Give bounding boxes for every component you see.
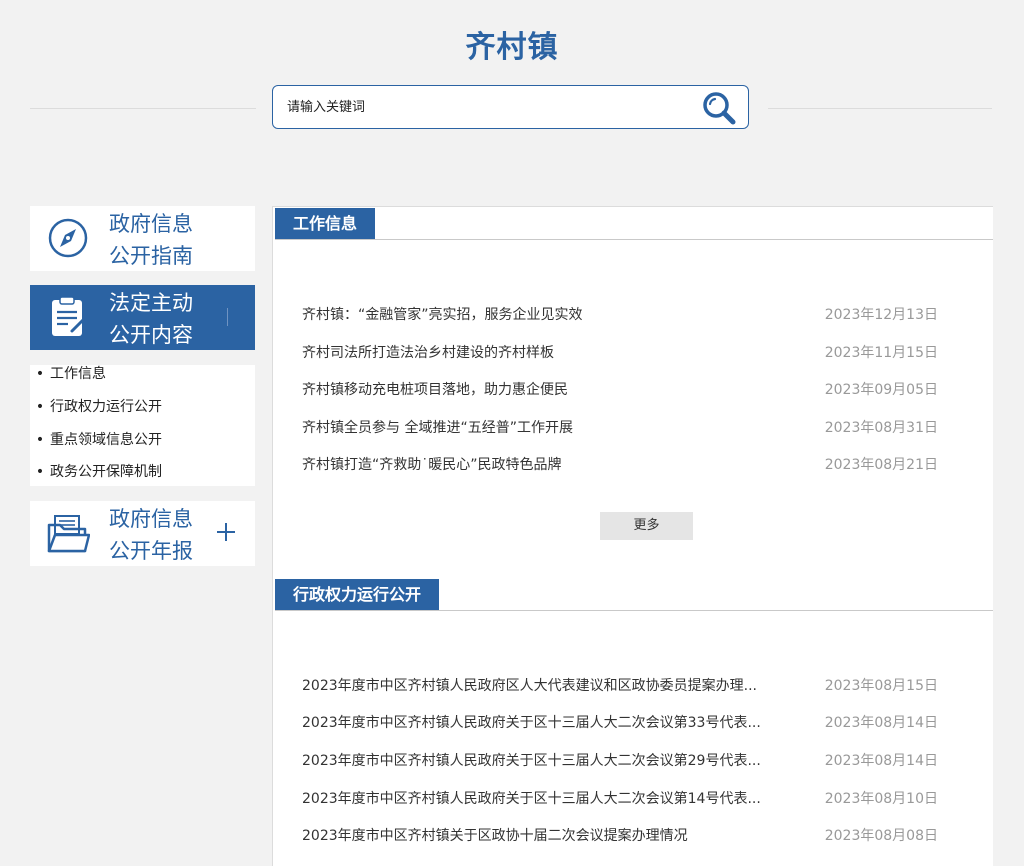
news-title[interactable]: 2023年度市中区齐村镇人民政府关于区十三届人大二次会议第29号代表... — [302, 750, 802, 772]
submenu-item-admin-power[interactable]: • 行政权力运行公开 — [30, 395, 162, 419]
news-row[interactable]: 齐村镇打造“齐救助˙暖民心”民政特色品牌 2023年08月21日 — [302, 454, 938, 476]
sidebar-card-label: 法定主动 公开内容 — [109, 291, 193, 347]
section-tab-admin-power[interactable]: 行政权力运行公开 — [275, 579, 440, 610]
header-divider-right — [768, 108, 992, 109]
news-row[interactable]: 2023年度市中区齐村镇人民政府关于区十三届人大二次会议第14号代表... 20… — [302, 788, 938, 810]
section-divider — [275, 239, 993, 240]
news-title[interactable]: 齐村镇打造“齐救助˙暖民心”民政特色品牌 — [302, 454, 802, 476]
news-title[interactable]: 齐村镇全员参与 全域推进“五经普”工作开展 — [302, 417, 802, 439]
section-tab-work-info[interactable]: 工作信息 — [275, 208, 376, 239]
news-row[interactable]: 齐村镇：“金融管家”亮实招，服务企业见实效 2023年12月13日 — [302, 304, 938, 326]
news-title[interactable]: 2023年度市中区齐村镇人民政府关于区十三届人大二次会议第33号代表... — [302, 712, 802, 734]
news-title[interactable]: 齐村镇：“金融管家”亮实招，服务企业见实效 — [302, 304, 802, 326]
submenu-item-guarantee-mechanism[interactable]: • 政务公开保障机制 — [30, 460, 162, 484]
site-title: 齐村镇 — [465, 30, 559, 65]
news-date: 2023年08月10日 — [824, 791, 938, 807]
news-title[interactable]: 2023年度市中区齐村镇关于区政协十届二次会议提案办理情况 — [302, 825, 802, 847]
news-row[interactable]: 2023年度市中区齐村镇人民政府关于区十三届人大二次会议第33号代表... 20… — [302, 712, 938, 734]
news-row[interactable]: 齐村镇移动充电桩项目落地，助力惠企便民 2023年09月05日 — [302, 379, 938, 401]
folder-icon — [47, 515, 90, 553]
news-row[interactable]: 2023年度市中区齐村镇关于区政协十届二次会议提案办理情况 2023年08月08… — [302, 825, 938, 847]
news-title[interactable]: 2023年度市中区齐村镇人民政府关于区十三届人大二次会议第14号代表... — [302, 788, 802, 810]
news-date: 2023年08月14日 — [824, 715, 938, 731]
search-input[interactable] — [287, 86, 687, 128]
news-row[interactable]: 2023年度市中区齐村镇人民政府关于区十三届人大二次会议第29号代表... 20… — [302, 750, 938, 772]
active-marker — [227, 308, 228, 326]
submenu-item-work-info[interactable]: • 工作信息 — [30, 362, 106, 386]
more-button[interactable]: 更多 — [600, 512, 693, 540]
sidebar-card-label: 政府信息 公开年报 — [109, 507, 193, 563]
plus-icon[interactable] — [216, 522, 236, 542]
news-date: 2023年08月21日 — [824, 457, 938, 473]
header-divider-left — [30, 108, 256, 109]
news-date: 2023年08月15日 — [824, 678, 938, 694]
sidebar-card-annual-report[interactable]: 政府信息 公开年报 — [30, 501, 255, 566]
news-row[interactable]: 2023年度市中区齐村镇人民政府区人大代表建议和区政协委员提案办理... 202… — [302, 675, 938, 697]
clipboard-icon — [52, 296, 85, 336]
news-date: 2023年08月31日 — [824, 420, 938, 436]
main-content-panel: 工作信息 齐村镇：“金融管家”亮实招，服务企业见实效 2023年12月13日 齐… — [272, 206, 993, 866]
news-date: 2023年12月13日 — [824, 307, 938, 323]
search-box — [272, 85, 749, 129]
sidebar-card-disclosure-guide[interactable]: 政府信息 公开指南 — [30, 206, 255, 271]
news-title[interactable]: 齐村司法所打造法治乡村建设的齐村样板 — [302, 342, 802, 364]
news-title[interactable]: 齐村镇移动充电桩项目落地，助力惠企便民 — [302, 379, 802, 401]
sidebar-submenu: • 工作信息 • 行政权力运行公开 • 重点领域信息公开 • 政务公开保障机制 — [30, 365, 255, 486]
search-icon[interactable] — [701, 90, 737, 126]
compass-icon — [48, 218, 88, 258]
sidebar-card-label: 政府信息 公开指南 — [109, 212, 193, 268]
sidebar-card-statutory-content[interactable]: 法定主动 公开内容 — [30, 285, 255, 350]
news-date: 2023年11月15日 — [824, 345, 938, 361]
news-title[interactable]: 2023年度市中区齐村镇人民政府区人大代表建议和区政协委员提案办理... — [302, 675, 802, 697]
news-date: 2023年08月14日 — [824, 753, 938, 769]
news-date: 2023年08月08日 — [824, 828, 938, 844]
submenu-item-key-areas[interactable]: • 重点领域信息公开 — [30, 428, 162, 452]
news-date: 2023年09月05日 — [824, 382, 938, 398]
news-row[interactable]: 齐村司法所打造法治乡村建设的齐村样板 2023年11月15日 — [302, 342, 938, 364]
news-row[interactable]: 齐村镇全员参与 全域推进“五经普”工作开展 2023年08月31日 — [302, 417, 938, 439]
section-divider — [275, 610, 993, 611]
